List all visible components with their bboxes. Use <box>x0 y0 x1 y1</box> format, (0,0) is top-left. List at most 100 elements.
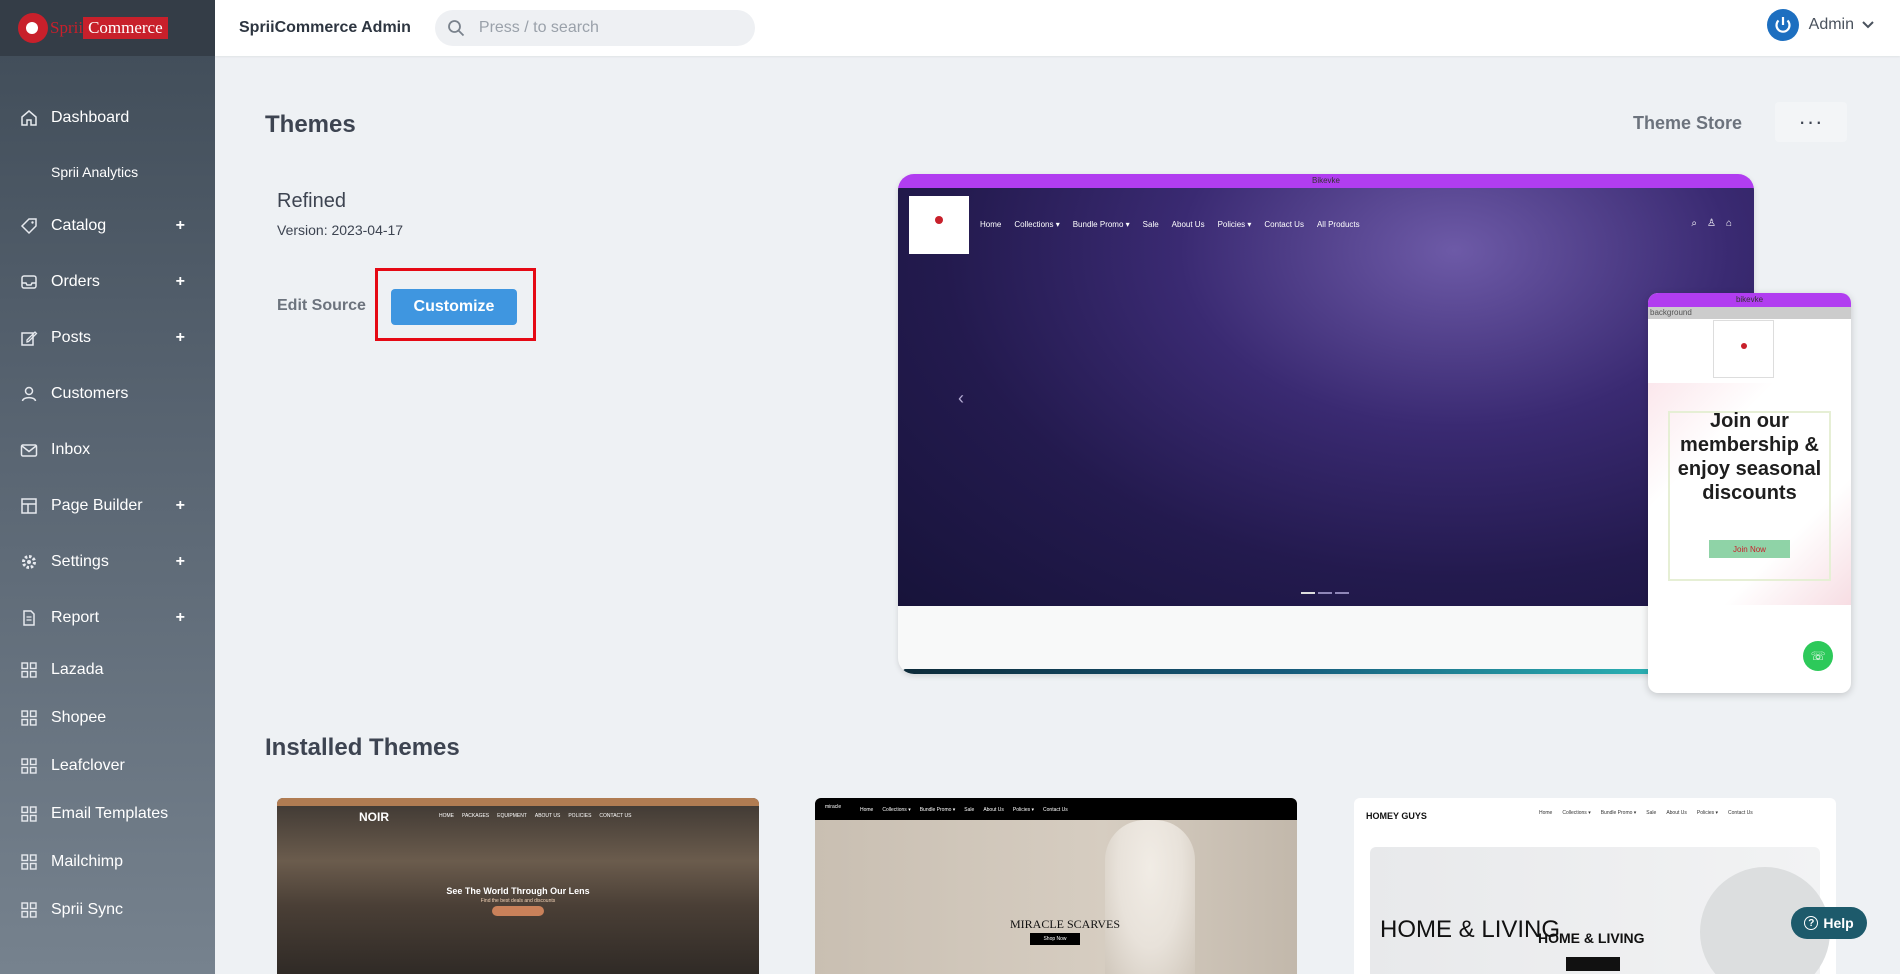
expand-plus-icon[interactable]: + <box>176 217 185 235</box>
sidebar-item-label: Page Builder <box>51 497 143 514</box>
slider-dots <box>1301 592 1349 594</box>
card-nav-item: Policies ▾ <box>1696 810 1719 816</box>
card-cta <box>492 906 544 916</box>
card-nav-item: CONTACT US <box>599 813 632 819</box>
mail-icon <box>20 441 38 459</box>
grid-icon <box>20 757 38 775</box>
card-nav-item: Collections ▾ <box>882 807 911 813</box>
preview-nav-item: Bundle Promo ▾ <box>1072 220 1130 229</box>
chevron-left-icon: ‹ <box>958 388 964 408</box>
card-nav: HOME PACKAGES EQUIPMENT ABOUT US POLICIE… <box>439 813 631 819</box>
card-headline-center: HOME & LIVING <box>1538 930 1645 946</box>
sidebar-item-label: Leafclover <box>51 757 125 774</box>
preview-nav-item: Collections ▾ <box>1014 220 1060 229</box>
card-nav-item: Bundle Promo ▾ <box>919 807 956 813</box>
card-nav: Home Collections ▾ Bundle Promo ▾ Sale A… <box>1539 810 1753 816</box>
card-nav-bar: HOMEY GUYS <box>1354 798 1836 834</box>
sidebar-item-label: Shopee <box>51 709 107 726</box>
card-announcement-bar <box>277 798 759 806</box>
sidebar-item-orders[interactable]: Orders + <box>0 254 215 310</box>
sidebar-item-lazada[interactable]: Lazada <box>0 646 215 694</box>
sidebar-item-customers[interactable]: Customers <box>0 366 215 422</box>
join-now-button: Join Now <box>1709 540 1790 558</box>
sidebar-item-shopee[interactable]: Shopee <box>0 694 215 742</box>
sidebar-item-label: Dashboard <box>51 109 130 126</box>
grid-icon <box>20 901 38 919</box>
search-icon: ⌕ <box>1691 218 1697 229</box>
preview-bottom-accent <box>903 669 1663 674</box>
expand-plus-icon[interactable]: + <box>176 497 185 515</box>
sidebar-item-dashboard[interactable]: Dashboard <box>0 90 215 146</box>
sidebar-item-posts[interactable]: Posts + <box>0 310 215 366</box>
logo-text-part1: Sprii <box>50 18 84 37</box>
card-nav-item: Home <box>860 807 874 813</box>
mobile-promo-popup: Join our membership & enjoy seasonal dis… <box>1648 383 1851 605</box>
sidebar-item-label: Posts <box>51 329 92 346</box>
mobile-broken-image: background <box>1648 307 1851 319</box>
card-cta <box>1566 957 1620 971</box>
card-nav-item: ABOUT US <box>534 813 561 819</box>
preview-nav-item: Sale <box>1142 220 1159 229</box>
sidebar-item-sprii-sync[interactable]: Sprii Sync <box>0 886 215 934</box>
card-headline: HOME & LIVING <box>1380 916 1561 943</box>
expand-plus-icon[interactable]: + <box>176 553 185 571</box>
card-nav-item: Contact Us <box>1728 810 1753 816</box>
sidebar-item-mailchimp[interactable]: Mailchimp <box>0 838 215 886</box>
brand-logo[interactable]: Sprii Commerce <box>0 0 215 56</box>
card-nav-item: About Us <box>1666 810 1687 816</box>
expand-plus-icon[interactable]: + <box>176 273 185 291</box>
gear-icon <box>20 553 38 571</box>
sidebar-item-catalog[interactable]: Catalog + <box>0 198 215 254</box>
grid-icon <box>20 805 38 823</box>
sidebar-item-sprii-analytics[interactable]: Sprii Analytics <box>0 146 215 198</box>
search-icon <box>447 19 465 37</box>
card-nav: Home Collections ▾ Bundle Promo ▾ Sale A… <box>860 807 1068 813</box>
top-header: SpriiCommerce Admin Press / to search Ad… <box>215 0 1900 56</box>
layout-icon <box>20 497 38 515</box>
account-icon: ♙ <box>1706 218 1716 229</box>
sidebar-item-label: Email Templates <box>51 805 169 822</box>
sidebar-item-report[interactable]: Report + <box>0 590 215 646</box>
sidebar-item-email-templates[interactable]: Email Templates <box>0 790 215 838</box>
edit-source-link[interactable]: Edit Source <box>277 297 366 315</box>
chevron-down-icon <box>1862 18 1874 32</box>
current-theme-name: Refined <box>277 190 346 212</box>
sidebar: Sprii Commerce Dashboard Sprii Analytics… <box>0 0 215 974</box>
whatsapp-icon: ☏ <box>1803 641 1833 671</box>
sidebar-item-label: Catalog <box>51 217 107 234</box>
sidebar-item-inbox[interactable]: Inbox <box>0 422 215 478</box>
expand-plus-icon[interactable]: + <box>176 329 185 347</box>
current-theme-version: Version: 2023-04-17 <box>277 222 404 238</box>
card-logo: miracle <box>825 804 842 810</box>
installed-theme-card[interactable]: NOIR HOME PACKAGES EQUIPMENT ABOUT US PO… <box>277 798 759 974</box>
card-nav-item: Policies ▾ <box>1012 807 1035 813</box>
mobile-theme-preview[interactable]: bikevke background Join our membership &… <box>1648 293 1851 693</box>
card-subline: Find the best deals and discounts <box>480 898 556 904</box>
expand-plus-icon[interactable]: + <box>176 609 185 627</box>
sidebar-item-label: Orders <box>51 273 100 290</box>
customize-button[interactable]: Customize <box>391 289 517 325</box>
user-name: Admin <box>1808 16 1854 33</box>
search-input[interactable]: Press / to search <box>434 10 755 46</box>
preview-nav-item: About Us <box>1171 220 1205 229</box>
sidebar-item-label: Sprii Sync <box>51 901 124 918</box>
desktop-theme-preview[interactable]: Bikevke Home Collections ▾ Bundle Promo … <box>898 174 1754 674</box>
sidebar-item-label: Customers <box>51 385 129 402</box>
help-button[interactable]: ? Help <box>1791 907 1867 939</box>
sidebar-item-page-builder[interactable]: Page Builder + <box>0 478 215 534</box>
sidebar-item-leafclover[interactable]: Leafclover <box>0 742 215 790</box>
mobile-announcement-bar: bikevke <box>1648 293 1851 307</box>
user-menu[interactable]: Admin <box>1766 9 1874 41</box>
page-title: Themes <box>265 111 356 138</box>
power-avatar-icon <box>1766 9 1799 41</box>
main-content: Themes Theme Store ··· Refined Version: … <box>215 56 1900 974</box>
sidebar-item-settings[interactable]: Settings + <box>0 534 215 590</box>
sidebar-item-label: Lazada <box>51 661 104 678</box>
installed-theme-card[interactable]: miracle Home Collections ▾ Bundle Promo … <box>815 798 1297 974</box>
theme-store-link[interactable]: Theme Store <box>1633 113 1742 134</box>
preview-hero-banner: Home Collections ▾ Bundle Promo ▾ Sale A… <box>898 188 1754 606</box>
more-options-button[interactable]: ··· <box>1775 102 1847 142</box>
preview-nav-item: All Products <box>1316 220 1360 229</box>
sidebar-item-label: Report <box>51 609 100 626</box>
installed-theme-card[interactable]: HOMEY GUYS Home Collections ▾ Bundle Pro… <box>1354 798 1836 974</box>
